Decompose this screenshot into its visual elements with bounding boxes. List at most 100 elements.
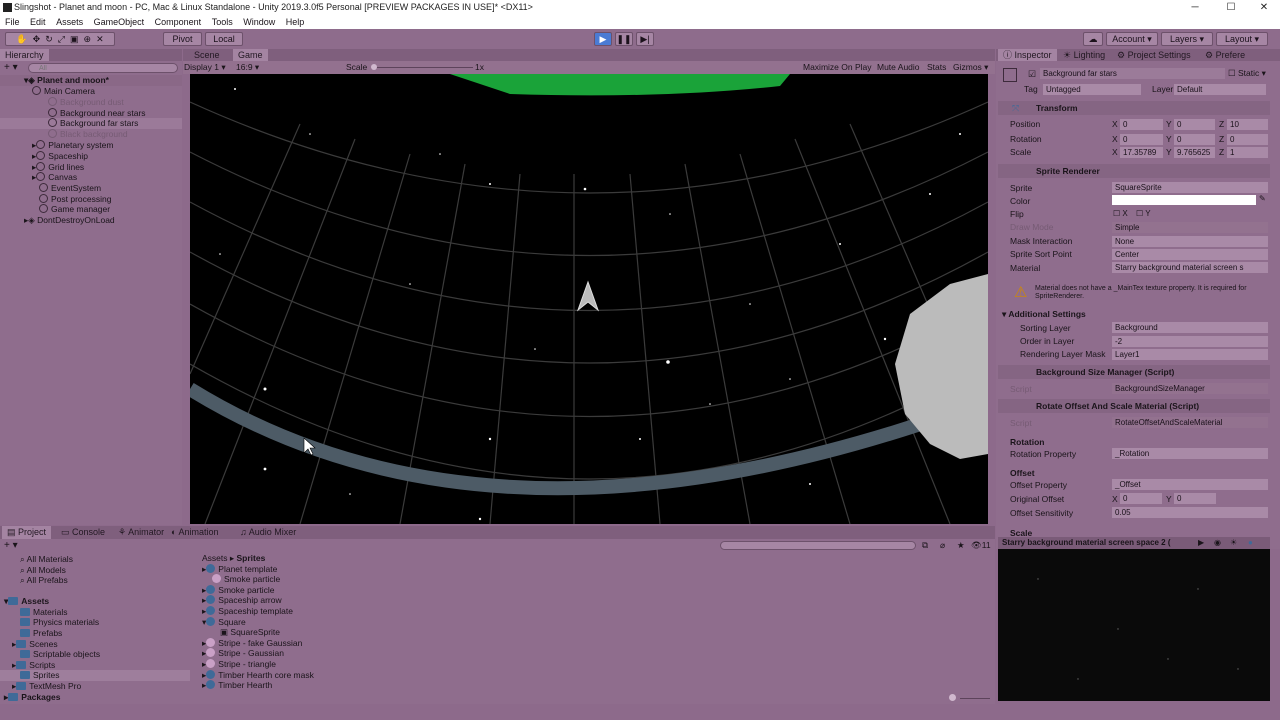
folder-physics-materials[interactable]: Physics materials xyxy=(20,617,99,628)
aspect-dropdown[interactable]: 16:9 ▾ xyxy=(236,62,259,73)
menu-assets[interactable]: Assets xyxy=(51,15,86,27)
hierarchy-item-eventsystem[interactable]: EventSystem xyxy=(39,183,101,194)
menu-tools[interactable]: Tools xyxy=(207,15,236,27)
layers-dropdown[interactable]: Layers ▾ xyxy=(1161,32,1213,46)
rotation-property-field[interactable]: _Rotation xyxy=(1112,448,1268,459)
hidden-count-icon[interactable]: 👁11 xyxy=(971,540,991,551)
tab-scene[interactable]: Scene xyxy=(189,49,225,61)
material-preview[interactable] xyxy=(998,549,1270,701)
preview-shape-icon[interactable]: ● xyxy=(1248,538,1253,547)
position-x-field[interactable]: 0 xyxy=(1120,119,1163,130)
flip-y-toggle[interactable]: ☐ Y xyxy=(1136,209,1151,218)
preview-play-icon[interactable]: ▶ xyxy=(1198,538,1204,547)
tab-preferences[interactable]: ⚙ Prefere xyxy=(1200,49,1250,61)
assets-folder[interactable]: ▾ Assets xyxy=(4,596,49,607)
play-button[interactable]: ▶ xyxy=(594,32,612,46)
rotate-tool-icon[interactable]: ↻ xyxy=(45,34,53,44)
hierarchy-item-planetary-system[interactable]: ▸ Planetary system xyxy=(32,140,113,151)
account-dropdown[interactable]: Account ▾ xyxy=(1106,32,1158,46)
tab-project-settings[interactable]: ⚙ Project Settings xyxy=(1112,49,1196,61)
hierarchy-item-canvas[interactable]: ▸ Canvas xyxy=(32,172,77,183)
transform-tools[interactable]: ✋ ✥ ↻ ⤢ ▣ ⊕ ✕ xyxy=(5,32,115,46)
sprite-field[interactable]: SquareSprite xyxy=(1112,182,1268,193)
maximize-button[interactable]: ☐ xyxy=(1214,0,1248,15)
file-spaceship-template[interactable]: ▸ Spaceship template xyxy=(202,606,293,617)
favorite-all-materials[interactable]: ⌕ All Materials xyxy=(20,554,73,565)
tab-hierarchy[interactable]: Hierarchy xyxy=(0,49,49,61)
favorite-star-icon[interactable]: ★ xyxy=(957,540,965,551)
preview-light-icon[interactable]: ☀ xyxy=(1230,538,1237,547)
hierarchy-item-main-camera[interactable]: Main Camera xyxy=(32,86,95,97)
scale-slider-track[interactable] xyxy=(373,67,473,68)
favorite-all-prefabs[interactable]: ⌕ All Prefabs xyxy=(20,575,68,586)
material-field[interactable]: Starry background material screen s xyxy=(1112,262,1268,273)
gizmos-dropdown[interactable]: Gizmos ▾ xyxy=(953,62,988,73)
original-offset-y-field[interactable]: 0 xyxy=(1174,493,1216,504)
tab-inspector[interactable]: ⓘ Inspector xyxy=(998,49,1057,61)
layout-dropdown[interactable]: Layout ▾ xyxy=(1216,32,1268,46)
offset-sensitivity-field[interactable]: 0.05 xyxy=(1112,507,1268,518)
eyedropper-icon[interactable]: ✎ xyxy=(1259,194,1266,203)
sprite-sort-point-dropdown[interactable]: Center xyxy=(1112,249,1268,260)
hierarchy-item-dontdestroyonload[interactable]: ▸◈ DontDestroyOnLoad xyxy=(24,215,115,226)
tab-project[interactable]: ▤ Project xyxy=(2,526,52,539)
additional-settings-foldout[interactable]: ▾ Additional Settings xyxy=(1002,309,1086,320)
file-smoke-particle-1[interactable]: Smoke particle xyxy=(212,574,280,585)
hierarchy-item-background-dust[interactable]: Background dust xyxy=(48,97,124,108)
transform-tool-icon[interactable]: ⊕ xyxy=(84,34,92,44)
sprite-renderer-header[interactable]: Sprite Renderer xyxy=(998,164,1270,178)
move-tool-icon[interactable]: ✥ xyxy=(33,34,41,44)
sorting-layer-dropdown[interactable]: Background xyxy=(1112,322,1268,333)
project-search-input[interactable] xyxy=(720,541,916,550)
custom-tool-icon[interactable]: ✕ xyxy=(96,34,104,44)
scale-y-field[interactable]: 9.765625 xyxy=(1174,147,1215,158)
hand-tool-icon[interactable]: ✋ xyxy=(16,34,27,44)
menu-file[interactable]: File xyxy=(0,15,23,27)
rotate-offset-scale-header[interactable]: Rotate Offset And Scale Material (Script… xyxy=(998,399,1270,413)
menu-component[interactable]: Component xyxy=(150,15,205,27)
mask-interaction-dropdown[interactable]: None xyxy=(1112,236,1268,247)
hierarchy-item-game-manager[interactable]: Game manager xyxy=(39,204,110,215)
position-z-field[interactable]: 10 xyxy=(1227,119,1268,130)
original-offset-x-field[interactable]: 0 xyxy=(1120,493,1162,504)
transform-header[interactable]: Transform xyxy=(998,101,1270,115)
menu-help[interactable]: Help xyxy=(281,15,308,27)
tab-lighting[interactable]: ☀ Lighting xyxy=(1058,49,1110,61)
position-y-field[interactable]: 0 xyxy=(1174,119,1215,130)
scale-x-field[interactable]: 17.35789 xyxy=(1120,147,1163,158)
project-create-button[interactable]: + ▾ xyxy=(4,540,18,551)
hierarchy-item-background-far-stars[interactable]: Background far stars xyxy=(0,118,182,129)
file-squaresprite[interactable]: ▣ SquareSprite xyxy=(220,627,280,638)
file-spaceship-arrow[interactable]: ▸ Spaceship arrow xyxy=(202,595,282,606)
breadcrumb-assets[interactable]: Assets xyxy=(202,553,228,563)
background-size-manager-header[interactable]: Background Size Manager (Script) xyxy=(998,365,1270,379)
rotation-x-field[interactable]: 0 xyxy=(1120,134,1163,145)
flip-x-toggle[interactable]: ☐ X xyxy=(1113,209,1128,218)
scene-root-row[interactable]: ▾◈ Planet and moon* xyxy=(0,75,182,86)
game-view-canvas[interactable] xyxy=(190,74,988,524)
rotation-y-field[interactable]: 0 xyxy=(1174,134,1215,145)
tab-game[interactable]: Game xyxy=(233,49,268,61)
rect-tool-icon[interactable]: ▣ xyxy=(70,34,79,44)
mute-audio-toggle[interactable]: Mute Audio xyxy=(877,62,920,73)
tab-audio-mixer[interactable]: ♫ Audio Mixer xyxy=(235,526,301,539)
step-button[interactable]: ▶| xyxy=(636,32,654,46)
stats-toggle[interactable]: Stats xyxy=(927,62,946,73)
minimize-button[interactable]: ─ xyxy=(1178,0,1212,15)
offset-property-field[interactable]: _Offset xyxy=(1112,479,1268,490)
active-checkbox[interactable]: ☑ xyxy=(1028,69,1036,80)
tag-dropdown[interactable]: Untagged xyxy=(1043,84,1141,95)
collab-cloud-icon[interactable]: ☁ xyxy=(1083,32,1103,46)
folder-scriptable-objects[interactable]: Scriptable objects xyxy=(20,649,100,660)
folder-prefabs[interactable]: Prefabs xyxy=(20,628,62,639)
menu-edit[interactable]: Edit xyxy=(25,15,49,27)
tab-console[interactable]: ▭ Console xyxy=(56,526,110,539)
icon-size-slider-thumb[interactable] xyxy=(949,694,956,701)
folder-textmesh-pro[interactable]: ▸ TextMesh Pro xyxy=(12,681,81,692)
create-plus-button[interactable]: + ▾ xyxy=(4,62,18,73)
tab-animation[interactable]: ◐ Animation xyxy=(166,526,223,539)
hierarchy-search-input[interactable] xyxy=(28,63,178,73)
maximize-on-play-toggle[interactable]: Maximize On Play xyxy=(803,62,872,73)
hierarchy-item-spaceship[interactable]: ▸ Spaceship xyxy=(32,151,88,162)
local-toggle[interactable]: Local xyxy=(205,32,243,46)
